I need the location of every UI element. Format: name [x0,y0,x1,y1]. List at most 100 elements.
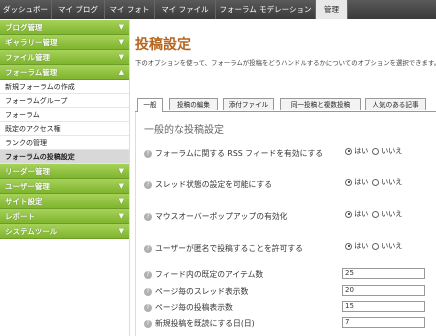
field-label: 新規投稿を既読にする日(日) [155,319,255,328]
setting-rss-feeds: ? フォーラムに関する RSS フィードを有効にする [144,148,323,159]
radio-button[interactable] [372,242,379,250]
radio-thread-status-yes[interactable]: はい [345,177,368,187]
radio-button[interactable] [345,147,352,155]
settings-tabs: 一般 投稿の編集 添付ファイル 同一投稿と複数投稿 人気のある記事 [135,98,436,112]
radio-button[interactable] [345,210,352,218]
radio-mouseover-no[interactable]: いいえ [372,209,402,219]
chevron-down-icon: ▼ [118,23,124,31]
field-mark-read-days: ? 新規投稿を既読にする日(日) [144,318,255,329]
help-icon[interactable]: ? [144,245,152,253]
sidebar-section-readers[interactable]: リーダー管理 ▼ [0,164,129,179]
nav-tab-dashboard[interactable]: ダッシュボード [0,0,52,33]
top-navigation: ダッシュボード マイ ブログ マイ フォト マイ ファイル フォーラム モデレー… [0,0,436,33]
nav-tab-my-blog[interactable]: マイ ブログ [52,0,105,19]
help-icon[interactable]: ? [144,320,152,328]
field-label: フィード内の既定のアイテム数 [155,270,264,279]
sidebar-section-site-settings[interactable]: サイト設定 ▼ [0,194,129,209]
sidebar-item-create-forum[interactable]: 新規フォーラムの作成 [0,80,129,94]
nav-tab-admin[interactable]: 管理 [316,0,348,19]
radio-button[interactable] [345,178,352,186]
chevron-down-icon: ▼ [118,212,124,220]
chevron-down-icon: ▼ [118,182,124,190]
sidebar-item-rank-management[interactable]: ランクの管理 [0,136,129,150]
radio-label: いいえ [381,242,403,250]
setting-anonymous-posting: ? ユーザーが匿名で投稿することを許可する [144,243,303,254]
help-icon[interactable]: ? [144,150,152,158]
help-icon[interactable]: ? [144,271,152,279]
sidebar-section-gallery[interactable]: ギャラリー管理 ▼ [0,35,129,50]
tab-popular-posts[interactable]: 人気のある記事 [365,98,426,110]
sidebar-section-label: ギャラリー管理 [5,38,58,47]
nav-tab-forum-moderation[interactable]: フォーラム モデレーション [216,0,316,19]
radio-rss-no[interactable]: いいえ [372,146,402,156]
sidebar-section-label: ブログ管理 [5,23,43,32]
sidebar-section-system-tools[interactable]: システムツール ▼ [0,224,129,239]
sidebar-section-label: ユーザー管理 [5,182,50,191]
sidebar-section-reports[interactable]: レポート ▼ [0,209,129,224]
sidebar-item-default-permissions[interactable]: 既定のアクセス権 [0,122,129,136]
tab-post-editing[interactable]: 投稿の編集 [169,98,218,110]
sidebar-section-files[interactable]: ファイル管理 ▼ [0,50,129,65]
tab-duplicate-posts[interactable]: 同一投稿と複数投稿 [280,98,361,110]
radio-mouseover-yes[interactable]: はい [345,209,368,219]
tab-general[interactable]: 一般 [137,98,163,112]
sidebar-section-label: システムツール [5,227,58,236]
setting-thread-status: ? スレッド状態の設定を可能にする [144,179,272,190]
nav-filler [348,0,436,19]
radio-button[interactable] [372,178,379,186]
setting-mouseover-popup: ? マウスオーバーポップアップの有効化 [144,211,287,222]
sidebar-section-label: リーダー管理 [5,167,50,176]
sidebar-section-users[interactable]: ユーザー管理 ▼ [0,179,129,194]
tab-attachments[interactable]: 添付ファイル [223,98,274,110]
threads-per-page-input[interactable]: 20 [342,285,425,296]
radio-thread-status-no[interactable]: いいえ [372,177,402,187]
sidebar-item-post-settings[interactable]: フォーラムの投稿設定 [0,150,129,164]
posts-per-page-input[interactable]: 15 [342,301,425,312]
radio-anonymous-no[interactable]: いいえ [372,241,402,251]
section-heading: 一般的な投稿設定 [144,125,224,136]
sidebar-section-label: レポート [5,212,35,221]
radio-label: はい [354,178,369,186]
nav-tab-my-files[interactable]: マイ ファイル [155,0,216,19]
radio-anonymous-yes[interactable]: はい [345,241,368,251]
nav-tab-my-photo[interactable]: マイ フォト [105,0,155,19]
chevron-up-icon: ▲ [118,68,124,76]
help-icon[interactable]: ? [144,304,152,312]
sidebar-section-forum[interactable]: フォーラム管理 ▲ [0,65,129,80]
radio-button[interactable] [345,242,352,250]
sidebar-item-forum-groups[interactable]: フォーラムグループ [0,94,129,108]
radio-button[interactable] [372,210,379,218]
help-icon[interactable]: ? [144,288,152,296]
setting-label: フォーラムに関する RSS フィードを有効にする [155,149,324,158]
admin-sidebar: ブログ管理 ▼ ギャラリー管理 ▼ ファイル管理 ▼ フォーラム管理 ▲ 新規フォーラム… [0,20,130,336]
sidebar-section-blog[interactable]: ブログ管理 ▼ [0,20,129,35]
sidebar-section-label: フォーラム管理 [5,68,58,77]
chevron-down-icon: ▼ [118,197,124,205]
field-posts-per-page: ? ページ毎の投稿表示数 [144,302,233,313]
radio-label: いいえ [381,147,403,155]
setting-label: マウスオーバーポップアップの有効化 [155,212,288,221]
field-label: ページ毎のスレッド表示数 [155,287,249,296]
page-title: 投稿設定 [135,37,191,53]
radio-label: いいえ [381,178,403,186]
sidebar-item-forums[interactable]: フォーラム [0,108,129,122]
feed-items-input[interactable]: 25 [342,268,425,279]
help-icon[interactable]: ? [144,213,152,221]
field-threads-per-page: ? ページ毎のスレッド表示数 [144,286,248,297]
chevron-down-icon: ▼ [118,53,124,61]
sidebar-section-label: サイト設定 [5,197,43,206]
radio-rss-yes[interactable]: はい [345,146,368,156]
mark-read-days-input[interactable]: 7 [342,317,425,328]
radio-label: いいえ [381,210,403,218]
help-icon[interactable]: ? [144,181,152,189]
sidebar-section-label: ファイル管理 [5,53,50,62]
setting-label: スレッド状態の設定を可能にする [155,180,273,189]
radio-label: はい [354,242,369,250]
page-description: 下のオプションを使って、フォーラムが投稿をどうハンドルするかについてのオプション… [135,59,436,67]
radio-button[interactable] [372,147,379,155]
setting-label: ユーザーが匿名で投稿することを許可する [155,244,303,253]
radio-label: はい [354,147,369,155]
field-label: ページ毎の投稿表示数 [155,303,233,312]
chevron-down-icon: ▼ [118,227,124,235]
chevron-down-icon: ▼ [118,38,124,46]
